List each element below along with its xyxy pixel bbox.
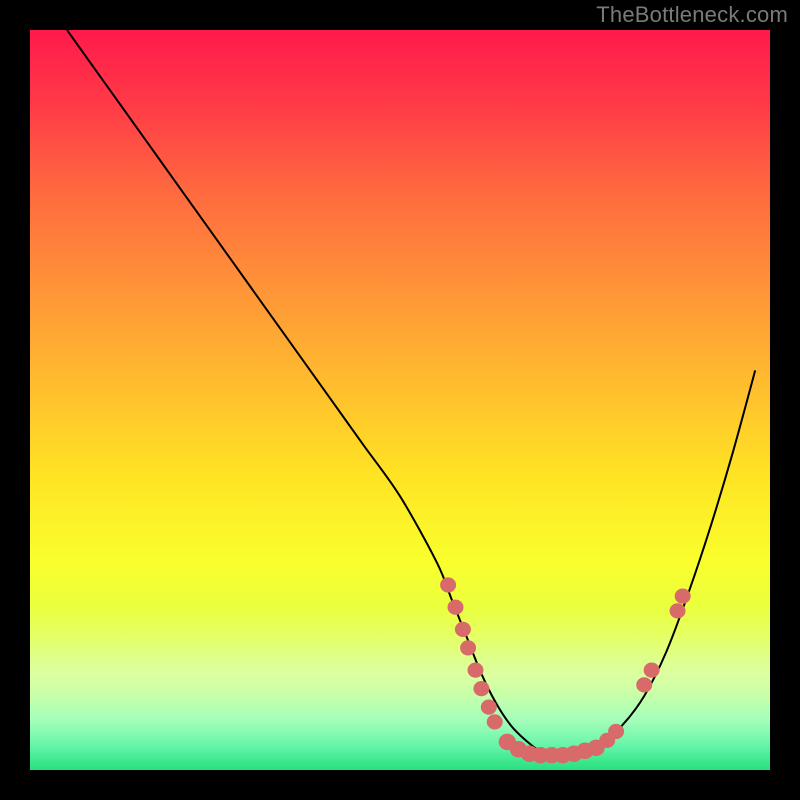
watermark-text: TheBottleneck.com [596,2,788,28]
scatter-point [460,640,476,655]
scatter-point [675,589,691,604]
scatter-point [448,600,464,615]
glow-band [30,607,770,755]
scatter-point [670,603,686,618]
scatter-point [481,700,497,715]
scatter-point [473,681,489,696]
chart-frame: TheBottleneck.com [0,0,800,800]
scatter-point [636,677,652,692]
scatter-point [455,622,471,637]
scatter-point [440,577,456,592]
scatter-point [467,663,483,678]
bottleneck-chart [0,0,800,800]
scatter-point [644,663,660,678]
scatter-point [487,714,503,729]
scatter-point [608,724,624,739]
